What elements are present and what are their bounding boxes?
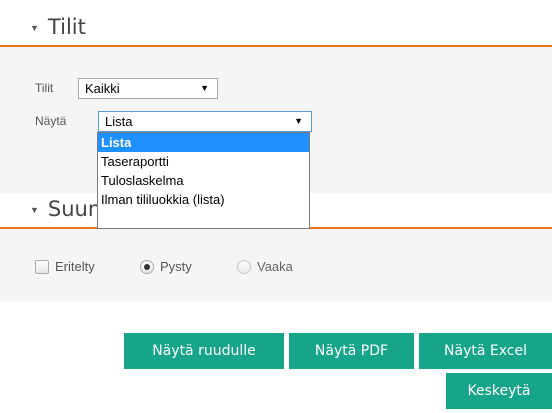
show-on-screen-button[interactable]: Näytä ruudulle <box>124 333 284 369</box>
dropdown-option-lista[interactable]: Lista <box>98 133 309 152</box>
nayta-label: Näytä <box>35 114 67 128</box>
triangle-down-icon[interactable]: ▼ <box>30 23 39 33</box>
section-title-tilit: Tilit <box>47 14 86 39</box>
nayta-select[interactable]: Lista ▼ <box>98 111 312 132</box>
show-excel-button[interactable]: Näytä Excel <box>419 333 552 369</box>
vaaka-label: Vaaka <box>257 259 293 274</box>
triangle-down-icon[interactable]: ▼ <box>30 205 39 215</box>
eritelty-option[interactable]: Eritelty <box>35 259 95 274</box>
tilit-select-value: Kaikki <box>85 81 120 96</box>
vaaka-radio[interactable] <box>237 259 251 274</box>
eritelty-checkbox[interactable] <box>35 259 49 274</box>
section-title-suunta: Suun <box>47 196 102 221</box>
nayta-dropdown-list[interactable]: Lista Taseraportti Tuloslaskelma Ilman t… <box>97 132 310 229</box>
show-pdf-button[interactable]: Näytä PDF <box>289 333 414 369</box>
vaaka-option[interactable]: Vaaka <box>237 259 293 274</box>
pysty-option[interactable]: Pysty <box>140 259 192 274</box>
dropdown-option-tuloslaskelma[interactable]: Tuloslaskelma <box>98 171 309 190</box>
section-header-tilit[interactable]: ▼ Tilit <box>0 6 552 47</box>
chevron-down-icon: ▼ <box>200 83 209 93</box>
dropdown-option-taseraportti[interactable]: Taseraportti <box>98 152 309 171</box>
nayta-select-value: Lista <box>105 114 133 129</box>
cancel-button[interactable]: Keskeytä <box>446 373 552 409</box>
pysty-radio[interactable] <box>140 259 154 274</box>
dropdown-option-ilman-tililuokkia[interactable]: Ilman tililuokkia (lista) <box>98 190 309 209</box>
pysty-label: Pysty <box>160 259 192 274</box>
eritelty-label: Eritelty <box>55 259 95 274</box>
tilit-label: Tilit <box>35 81 54 95</box>
tilit-select[interactable]: Kaikki ▼ <box>78 78 218 99</box>
chevron-down-icon: ▼ <box>294 116 303 126</box>
